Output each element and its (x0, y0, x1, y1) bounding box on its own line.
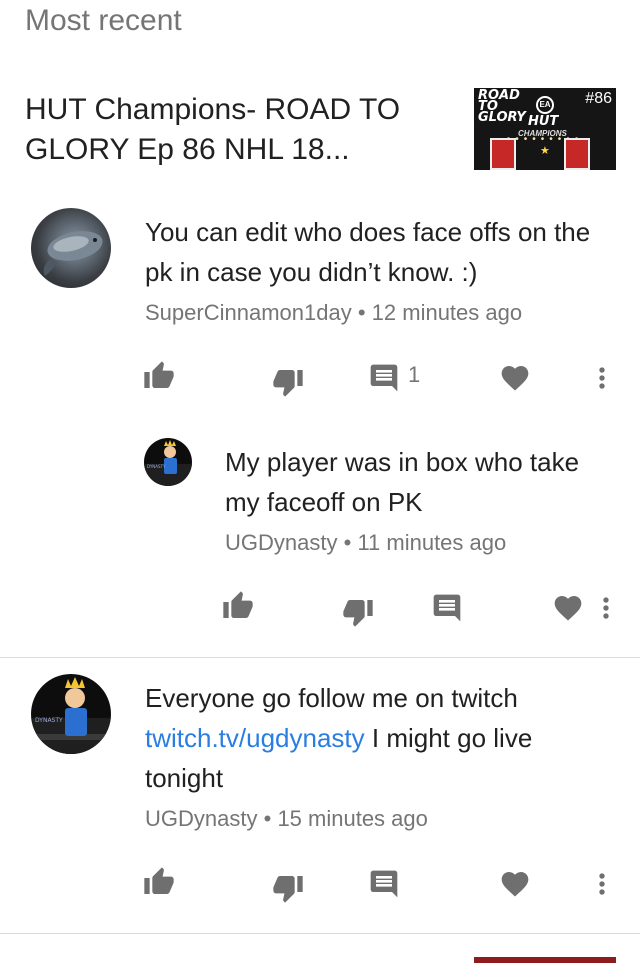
like-button[interactable] (143, 866, 175, 898)
dislike-button[interactable] (272, 872, 304, 904)
thumbs-down-icon (273, 876, 303, 903)
reply-button[interactable] (368, 362, 400, 394)
reply-button[interactable] (368, 868, 400, 900)
comment-meta: SuperCinnamon1day • 12 minutes ago (145, 300, 522, 326)
divider (0, 657, 640, 658)
video-row[interactable]: HUT Champions- ROAD TO GLORY Ep 86 NHL 1… (0, 84, 640, 174)
thumbnail-road-text: ROAD TO GLORY (478, 89, 526, 125)
heart-icon (554, 596, 582, 621)
avatar[interactable]: DYNASTY (144, 438, 192, 486)
video-thumbnail[interactable]: ROAD TO GLORY #86 EA HUT CHAMPIONS •••••… (474, 88, 616, 170)
thumbs-up-icon (144, 361, 174, 388)
section-title: Most recent (25, 4, 182, 37)
more-options-button[interactable] (586, 362, 618, 394)
thumbs-up-icon (223, 591, 253, 618)
reply-meta: UGDynasty • 11 minutes ago (225, 530, 506, 556)
thumbnail-hut-text: HUT (528, 114, 559, 129)
more-vert-icon (599, 873, 605, 895)
meta-separator: • (263, 806, 272, 831)
avatar[interactable]: DYNASTY (31, 674, 111, 754)
svg-text:DYNASTY: DYNASTY (35, 717, 63, 724)
comment-text-part: Everyone go follow me on twitch (145, 683, 518, 713)
heart-icon (501, 366, 529, 391)
like-button[interactable] (222, 590, 254, 622)
divider (0, 933, 640, 934)
comment-text: Everyone go follow me on twitch twitch.t… (145, 678, 615, 798)
avatar[interactable] (31, 208, 111, 288)
thumbs-down-icon (273, 370, 303, 397)
avatar-image (43, 231, 103, 276)
reply-time: 11 minutes ago (357, 530, 507, 555)
dislike-button[interactable] (272, 366, 304, 398)
video-title[interactable]: HUT Champions- ROAD TO GLORY Ep 86 NHL 1… (25, 90, 445, 170)
comment-meta: UGDynasty • 15 minutes ago (145, 806, 428, 832)
heart-button[interactable] (499, 362, 531, 394)
reply-text: My player was in box who take my faceoff… (225, 447, 580, 517)
heart-icon (501, 872, 529, 897)
reply-actions (0, 590, 640, 630)
twitch-link[interactable]: twitch.tv/ugdynasty (145, 723, 365, 753)
thumbs-up-icon (144, 867, 174, 894)
comment-icon (370, 364, 398, 392)
comment-icon (433, 594, 461, 622)
svg-text:DYNASTY: DYNASTY (147, 464, 166, 469)
more-vert-icon (599, 367, 605, 389)
thumbnail-star-icon: ★ (540, 145, 550, 157)
heart-button[interactable] (552, 592, 584, 624)
dislike-button[interactable] (342, 596, 374, 628)
comment-text: You can edit who does face offs on the p… (145, 217, 591, 287)
like-button[interactable] (143, 360, 175, 392)
comment-time: 15 minutes ago (277, 806, 428, 831)
avatar-image: DYNASTY (31, 677, 111, 754)
comment-time: 12 minutes ago (371, 300, 523, 325)
comment-actions (0, 866, 640, 906)
thumbnail-episode-number: #86 (585, 90, 612, 107)
comment-author[interactable]: UGDynasty (145, 806, 257, 831)
more-vert-icon (603, 597, 609, 619)
comment-icon (370, 870, 398, 898)
reply-button[interactable] (431, 592, 463, 624)
next-video-thumbnail[interactable] (474, 957, 616, 963)
reply-count: 1 (408, 362, 421, 387)
reply-author[interactable]: UGDynasty (225, 530, 337, 555)
comment-actions: 1 (0, 360, 640, 400)
thumbnail-road-line3: GLORY (478, 110, 526, 125)
heart-button[interactable] (499, 868, 531, 900)
more-options-button[interactable] (586, 868, 618, 900)
ea-logo: EA (536, 96, 554, 114)
comment-author[interactable]: SuperCinnamon1day (145, 300, 352, 325)
meta-separator: • (357, 300, 366, 325)
avatar-image: DYNASTY (144, 440, 192, 486)
more-options-button[interactable] (590, 592, 622, 624)
meta-separator: • (343, 530, 352, 555)
thumbnail-player-card (490, 138, 516, 170)
thumbs-down-icon (343, 600, 373, 627)
thumbnail-player-card (564, 138, 590, 170)
